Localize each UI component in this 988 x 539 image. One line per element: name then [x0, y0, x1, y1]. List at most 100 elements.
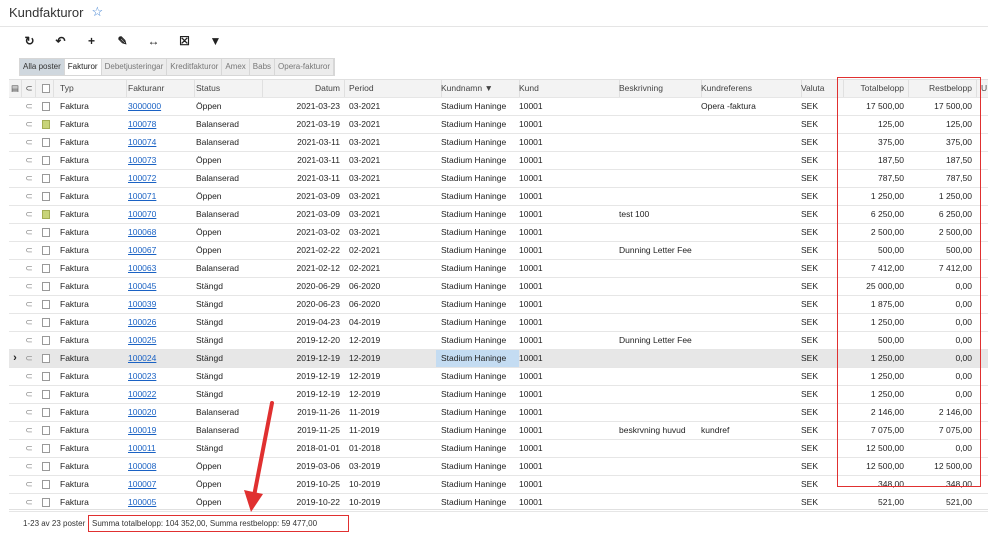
attachment-icon[interactable]: ⊂ — [23, 260, 35, 277]
row-selector[interactable] — [9, 260, 21, 277]
clear-filter-icon[interactable]: ☒ — [169, 33, 200, 49]
invoice-number-link[interactable]: 100024 — [123, 350, 194, 367]
attachment-icon[interactable]: ⊂ — [23, 422, 35, 439]
invoice-number-link[interactable]: 100007 — [123, 476, 194, 493]
invoice-number-link[interactable]: 100072 — [123, 170, 194, 187]
row-selector[interactable] — [9, 476, 21, 493]
tab-babs[interactable]: Babs — [250, 59, 276, 75]
row-selector[interactable] — [9, 422, 21, 439]
document-icon[interactable] — [39, 368, 53, 385]
invoice-number-link[interactable]: 100067 — [123, 242, 194, 259]
attachment-icon[interactable]: ⊂ — [23, 188, 35, 205]
invoice-number-link[interactable]: 100063 — [123, 260, 194, 277]
invoice-number-link[interactable]: 100078 — [123, 116, 194, 133]
header-columns-icon[interactable]: ▤ — [9, 80, 22, 97]
filter-icon[interactable]: ▼ — [200, 33, 231, 49]
document-icon[interactable] — [39, 242, 53, 259]
document-icon[interactable] — [39, 134, 53, 151]
invoice-number-link[interactable]: 100039 — [123, 296, 194, 313]
column-header-period[interactable]: Period — [344, 80, 442, 97]
attachment-icon[interactable]: ⊂ — [23, 350, 35, 367]
column-header-typ[interactable]: Typ — [55, 80, 127, 97]
attachment-icon[interactable]: ⊂ — [23, 386, 35, 403]
column-filter-icon[interactable]: ▼ — [482, 83, 492, 93]
attachment-icon[interactable]: ⊂ — [23, 224, 35, 241]
attachment-icon[interactable]: ⊂ — [23, 206, 35, 223]
row-selector[interactable] — [9, 116, 21, 133]
attachment-icon[interactable]: ⊂ — [23, 476, 35, 493]
column-header-datum[interactable]: Datum — [259, 80, 345, 97]
tab-debetjusteringar[interactable]: Debetjusteringar — [102, 59, 168, 75]
document-icon[interactable] — [39, 188, 53, 205]
document-icon[interactable] — [39, 278, 53, 295]
attachment-icon[interactable]: ⊂ — [23, 440, 35, 457]
column-header-beskrivning[interactable]: Beskrivning — [614, 80, 702, 97]
attachment-icon[interactable]: ⊂ — [23, 278, 35, 295]
tab-kreditfakturor[interactable]: Kreditfakturor — [167, 59, 223, 75]
row-selector[interactable] — [9, 152, 21, 169]
row-selector[interactable] — [9, 242, 21, 259]
column-header-status[interactable]: Status — [191, 80, 263, 97]
row-selector[interactable] — [9, 332, 21, 349]
invoice-number-link[interactable]: 100026 — [123, 314, 194, 331]
undo-icon[interactable]: ↶ — [45, 33, 76, 49]
row-selector[interactable] — [9, 188, 21, 205]
document-note-icon[interactable] — [39, 116, 53, 133]
column-header-kund[interactable]: Kund — [514, 80, 620, 97]
document-icon[interactable] — [39, 422, 53, 439]
invoice-number-link[interactable]: 100025 — [123, 332, 194, 349]
column-header-fakturanr[interactable]: Fakturanr — [123, 80, 195, 97]
document-icon[interactable] — [39, 170, 53, 187]
row-selector[interactable] — [9, 224, 21, 241]
row-selector[interactable] — [9, 170, 21, 187]
row-selector[interactable]: › — [9, 350, 21, 367]
document-icon[interactable] — [39, 260, 53, 277]
row-selector[interactable] — [9, 134, 21, 151]
attachment-icon[interactable]: ⊂ — [23, 242, 35, 259]
edit-icon[interactable]: ✎ — [107, 33, 138, 49]
attachment-icon[interactable]: ⊂ — [23, 152, 35, 169]
column-header-kundreferens[interactable]: Kundreferens — [696, 80, 802, 97]
document-icon[interactable] — [39, 314, 53, 331]
tab-opera-fakturor[interactable]: Opera-fakturor — [275, 59, 335, 75]
refresh-icon[interactable]: ↻ — [14, 33, 45, 49]
attachment-icon[interactable]: ⊂ — [23, 314, 35, 331]
document-icon[interactable] — [39, 458, 53, 475]
attachment-icon[interactable]: ⊂ — [23, 332, 35, 349]
document-icon[interactable] — [39, 152, 53, 169]
invoice-number-link[interactable]: 100074 — [123, 134, 194, 151]
tab-amex[interactable]: Amex — [222, 59, 250, 75]
row-selector[interactable] — [9, 440, 21, 457]
add-icon[interactable]: + — [76, 33, 107, 49]
invoice-number-link[interactable]: 100073 — [123, 152, 194, 169]
invoice-number-link[interactable]: 100020 — [123, 404, 194, 421]
attachment-icon[interactable]: ⊂ — [23, 116, 35, 133]
document-icon[interactable] — [39, 224, 53, 241]
document-icon[interactable] — [39, 404, 53, 421]
invoice-number-link[interactable]: 3000000 — [123, 98, 194, 115]
row-selector[interactable] — [9, 386, 21, 403]
row-selector[interactable] — [9, 296, 21, 313]
document-icon[interactable] — [39, 332, 53, 349]
attachment-icon[interactable]: ⊂ — [23, 404, 35, 421]
document-icon[interactable] — [39, 440, 53, 457]
row-selector[interactable] — [9, 314, 21, 331]
favorite-star-icon[interactable]: ☆ — [91, 4, 103, 20]
row-selector[interactable] — [9, 278, 21, 295]
attachment-icon[interactable]: ⊂ — [23, 368, 35, 385]
document-icon[interactable] — [39, 350, 53, 367]
row-selector[interactable] — [9, 206, 21, 223]
invoice-number-link[interactable]: 100022 — [123, 386, 194, 403]
attachment-icon[interactable]: ⊂ — [23, 296, 35, 313]
attachment-icon[interactable]: ⊂ — [23, 458, 35, 475]
document-icon[interactable] — [39, 386, 53, 403]
invoice-number-link[interactable]: 100023 — [123, 368, 194, 385]
attachment-icon[interactable]: ⊂ — [23, 98, 35, 115]
row-selector[interactable] — [9, 98, 21, 115]
document-icon[interactable] — [39, 476, 53, 493]
invoice-number-link[interactable]: 100008 — [123, 458, 194, 475]
fit-columns-icon[interactable]: ↔ — [138, 33, 169, 49]
row-selector[interactable] — [9, 458, 21, 475]
tab-alla-poster[interactable]: Alla poster — [20, 59, 65, 75]
row-selector[interactable] — [9, 404, 21, 421]
